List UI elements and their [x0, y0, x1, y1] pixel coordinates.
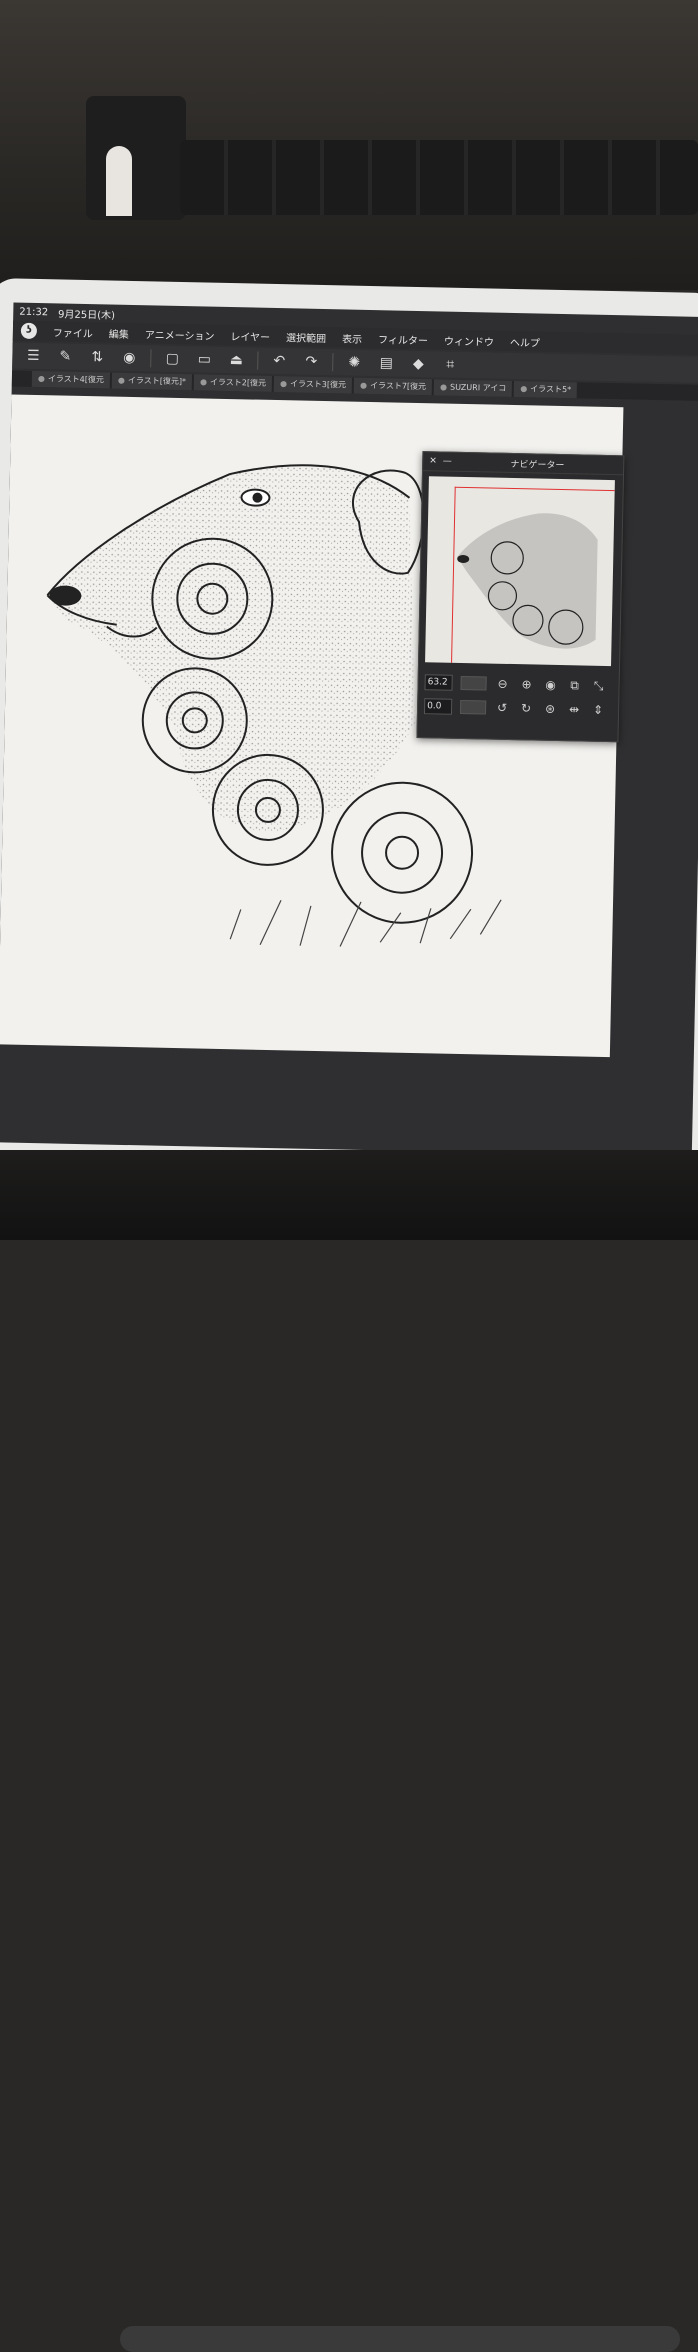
zoom-in-icon[interactable]: ⊕: [518, 676, 534, 692]
desk-clip: [86, 96, 186, 220]
stylus-pen: [120, 2326, 680, 2352]
zoom-slider[interactable]: [460, 675, 487, 691]
navigator-panel[interactable]: ✕ — ナビゲーター 63.2 ⊖ ⊕ ◉ ⧉ ⤡ 0.0 ↺ ↻ ⊛ ⇹ ⇕: [416, 451, 625, 743]
fill-icon[interactable]: ◆: [407, 354, 429, 374]
menu-animation[interactable]: アニメーション: [145, 326, 215, 342]
tab-document[interactable]: ● イラスト4[復元: [31, 370, 111, 389]
menu-view[interactable]: 表示: [342, 330, 362, 345]
navigator-header: ✕ — ナビゲーター: [423, 452, 624, 476]
menu-window[interactable]: ウィンドウ: [444, 332, 494, 348]
tablet-device: 21:32 9月25日(木) ʖ ファイル 編集 アニメーション レイヤー 選択…: [0, 278, 698, 1214]
tab-document[interactable]: ● SUZURI アイコ: [433, 379, 513, 397]
crop-icon[interactable]: ⌗: [439, 354, 461, 374]
keyboard: [180, 140, 698, 215]
tab-document[interactable]: ● イラスト[復元]*: [111, 372, 193, 391]
fit-window-icon[interactable]: ⤡: [590, 678, 606, 694]
menu-file[interactable]: ファイル: [53, 324, 93, 340]
tab-document-active[interactable]: ● イラスト5*: [514, 381, 578, 399]
actual-size-icon[interactable]: ◉: [542, 677, 558, 693]
rotation-slider[interactable]: [459, 699, 487, 715]
fit-view-icon[interactable]: ⧉: [566, 677, 582, 693]
status-date: 9月25日(木): [57, 308, 116, 322]
reset-rotation-icon[interactable]: ⊛: [542, 701, 558, 717]
rotate-left-icon[interactable]: ↺: [494, 700, 510, 716]
toolbar-divider: [150, 349, 152, 368]
zoom-row: 63.2 ⊖ ⊕ ◉ ⧉ ⤡: [424, 672, 606, 696]
switch-icon[interactable]: ⇅: [86, 347, 108, 367]
desk-foreground: [0, 1150, 698, 2352]
clip-slot: [106, 146, 132, 216]
undo-icon[interactable]: ↶: [268, 351, 290, 371]
tab-document[interactable]: ● イラスト2[復元: [193, 374, 273, 392]
save-icon[interactable]: ⏏: [225, 350, 247, 370]
loading-icon[interactable]: ✺: [343, 352, 365, 372]
navigator-preview[interactable]: [425, 476, 615, 667]
menu-filter[interactable]: フィルター: [378, 331, 428, 347]
navigator-view-frame[interactable]: [450, 486, 615, 667]
redo-icon[interactable]: ↷: [300, 352, 322, 372]
close-icon[interactable]: ✕: [429, 456, 437, 466]
menu-selection[interactable]: 選択範囲: [286, 329, 326, 345]
menu-edit[interactable]: 編集: [109, 325, 129, 340]
menu-icon[interactable]: ☰: [22, 346, 44, 366]
status-time: 21:32: [19, 306, 49, 318]
toolbar-divider: [332, 353, 334, 372]
menu-layer[interactable]: レイヤー: [230, 328, 270, 344]
new-file-icon[interactable]: ▢: [161, 349, 183, 369]
zoom-field[interactable]: 63.2: [424, 674, 453, 691]
record-icon[interactable]: ◉: [118, 348, 140, 368]
rotation-row: 0.0 ↺ ↻ ⊛ ⇹ ⇕: [423, 696, 606, 720]
zoom-out-icon[interactable]: ⊖: [494, 676, 510, 692]
flip-vertical-icon[interactable]: ⇕: [590, 702, 606, 718]
new-icon[interactable]: ✎: [54, 346, 76, 366]
background-shelf: [0, 0, 698, 290]
menu-help[interactable]: ヘルプ: [510, 333, 540, 349]
flip-horizontal-icon[interactable]: ⇹: [566, 701, 582, 717]
open-folder-icon[interactable]: ▭: [193, 349, 215, 369]
minimize-icon[interactable]: —: [443, 457, 452, 467]
navigator-title: ナビゲーター: [510, 459, 565, 471]
layer-icon[interactable]: ▤: [375, 353, 397, 373]
tab-document[interactable]: ● イラスト7[復元: [353, 377, 433, 396]
rotate-right-icon[interactable]: ↻: [518, 700, 534, 716]
rotation-field[interactable]: 0.0: [423, 698, 453, 715]
tab-document[interactable]: ● イラスト3[復元: [273, 375, 353, 394]
app-logo-icon[interactable]: ʖ: [20, 322, 38, 339]
toolbar-divider: [257, 351, 259, 370]
tablet-screen: 21:32 9月25日(木) ʖ ファイル 編集 アニメーション レイヤー 選択…: [0, 302, 698, 1157]
